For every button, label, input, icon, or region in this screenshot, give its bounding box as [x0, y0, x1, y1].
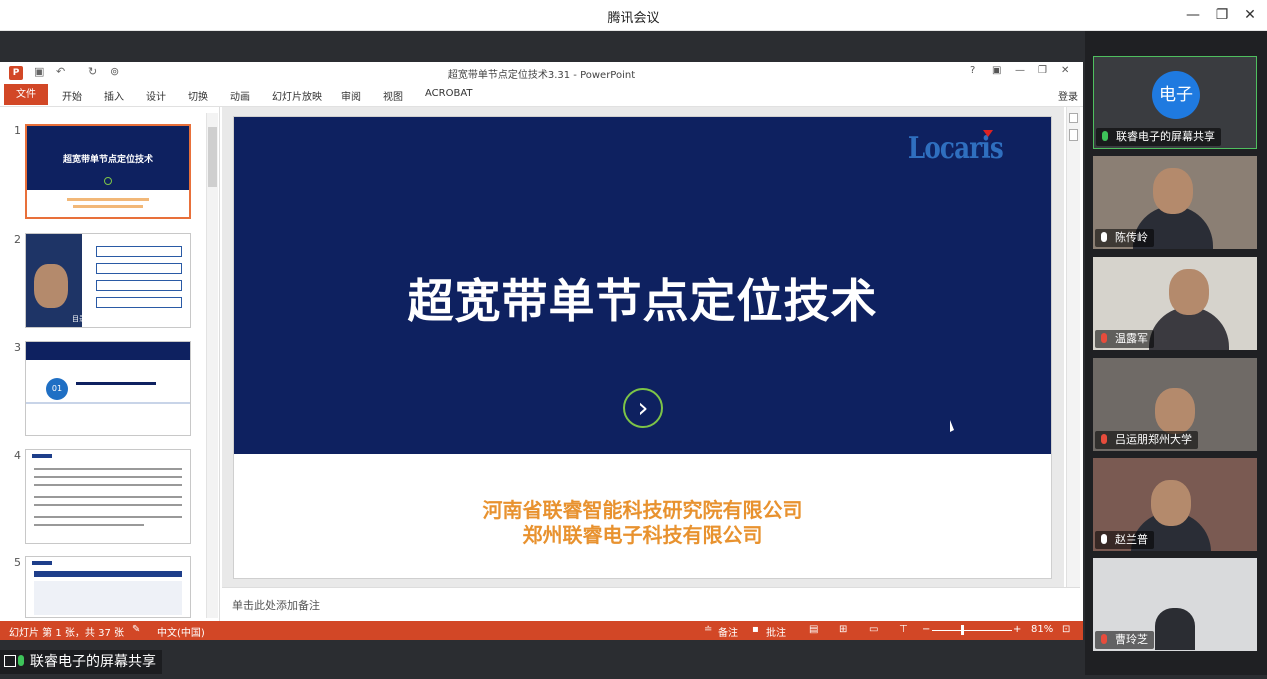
logo-mark-icon — [983, 130, 993, 137]
participant-name: 赵兰普 — [1095, 531, 1154, 549]
participant-tile[interactable]: 赵兰普 — [1093, 458, 1257, 551]
participant-name: 陈传岭 — [1095, 229, 1154, 247]
ribbon-display-icon[interactable]: ▣ — [992, 65, 1001, 76]
tab-slideshow[interactable]: 幻灯片放映 — [272, 88, 322, 103]
screen-share-label: 联睿电子的屏幕共享 — [0, 650, 162, 674]
ppt-status-bar: 幻灯片 第 1 张，共 37 张 ✎ 中文(中国) ≐ 备注 ▪ 批注 ▤ ⊞ … — [0, 621, 1083, 640]
next-arrow-icon: › — [623, 388, 663, 428]
slide-thumbnail-4[interactable] — [25, 449, 191, 544]
avatar: 电子 — [1152, 71, 1200, 119]
thumbnail-scrollbar[interactable] — [206, 113, 218, 618]
ppt-title: 超宽带单节点定位技术3.31 - PowerPoint — [447, 70, 636, 81]
ppt-close-icon[interactable]: ✕ — [1061, 65, 1069, 76]
participant-name: 曹玲芝 — [1095, 631, 1154, 649]
slideshow-view-icon[interactable]: ⊤ — [899, 624, 908, 635]
ppt-titlebar: P ▣ ↶ ↻ ⊚ 超宽带单节点定位技术3.31 - PowerPoint ? … — [0, 62, 1083, 84]
slide-thumbnail-2[interactable]: 目录 — [25, 233, 191, 328]
zoom-level[interactable]: 81% — [1031, 624, 1053, 635]
meeting-titlebar: 腾讯会议 — ❐ ✕ — [0, 0, 1267, 31]
zoom-slider[interactable] — [932, 630, 1012, 631]
participant-tile[interactable]: 陈传岭 — [1093, 156, 1257, 249]
thumbnail-title: 目录 — [72, 315, 86, 323]
zoom-out-icon[interactable]: − — [922, 624, 930, 635]
current-slide[interactable]: Locaris 超宽带单节点定位技术 › 河南省联睿智能科技研究院有限公司 郑州… — [233, 116, 1052, 579]
normal-view-icon[interactable]: ▤ — [809, 624, 818, 635]
participant-name: 温露军 — [1095, 330, 1154, 348]
slide-sorter-icon[interactable]: ⊞ — [839, 624, 847, 635]
ribbon-tabs: 文件 开始 插入 设计 切换 动画 幻灯片放映 审阅 视图 ACROBAT 登录 — [0, 84, 1083, 106]
mic-icon — [18, 655, 24, 666]
comments-toggle[interactable]: 批注 — [766, 624, 786, 639]
notes-toggle[interactable]: 备注 — [718, 624, 738, 639]
participant-name: 联睿电子的屏幕共享 — [1096, 128, 1221, 146]
participant-name: 吕运朋郑州大学 — [1095, 431, 1198, 449]
tab-review[interactable]: 审阅 — [341, 88, 361, 103]
ppt-minimize-icon[interactable]: — — [1015, 65, 1025, 76]
thumbnail-number: 5 — [14, 556, 21, 569]
reading-view-icon[interactable]: ▭ — [869, 624, 878, 635]
meeting-title: 腾讯会议 — [607, 11, 660, 26]
slide-thumbnail-1[interactable]: 超宽带单节点定位技术 — [25, 124, 191, 219]
thumbnail-number: 4 — [14, 449, 21, 462]
participant-tile[interactable]: 曹玲芝 — [1093, 558, 1257, 651]
slide-thumbnail-3[interactable]: 01 — [25, 341, 191, 436]
spellcheck-icon[interactable]: ✎ — [132, 624, 140, 635]
slide-count: 幻灯片 第 1 张，共 37 张 — [9, 628, 124, 639]
mouse-cursor-icon — [950, 420, 954, 432]
tab-design[interactable]: 设计 — [146, 88, 166, 103]
ppt-restore-icon[interactable]: ❐ — [1038, 65, 1047, 76]
tab-insert[interactable]: 插入 — [104, 88, 124, 103]
slide-thumbnail-panel: 1 超宽带单节点定位技术 2 目录 3 01 4 5 — [0, 107, 220, 622]
thumbnail-title: 01 — [46, 378, 68, 400]
notes-placeholder: 单击此处添加备注 — [232, 599, 320, 612]
shared-powerpoint-window: P ▣ ↶ ↻ ⊚ 超宽带单节点定位技术3.31 - PowerPoint ? … — [0, 62, 1083, 640]
slide-title: 超宽带单节点定位技术 — [407, 274, 878, 328]
tab-acrobat[interactable]: ACROBAT — [425, 88, 473, 99]
company-name-2: 郑州联睿电子科技有限公司 — [522, 523, 763, 547]
thumbnail-number: 1 — [14, 124, 21, 137]
thumbnail-title: 超宽带单节点定位技术 — [62, 155, 153, 165]
slide-title-banner: Locaris 超宽带单节点定位技术 › — [234, 117, 1051, 454]
participant-tile[interactable]: 吕运朋郑州大学 — [1093, 358, 1257, 451]
login-link[interactable]: 登录 — [1058, 88, 1078, 103]
tab-home[interactable]: 开始 — [62, 88, 82, 103]
participant-tile[interactable]: 温露军 — [1093, 257, 1257, 350]
close-icon[interactable]: ✕ — [1240, 6, 1260, 24]
help-icon[interactable]: ? — [970, 65, 975, 76]
language-indicator[interactable]: 中文(中国) — [157, 624, 205, 639]
tab-transitions[interactable]: 切换 — [188, 88, 208, 103]
ppt-workspace: 1 超宽带单节点定位技术 2 目录 3 01 4 5 Locaris 超宽带单节… — [0, 106, 1083, 622]
participant-tile[interactable]: 电子 联睿电子的屏幕共享 — [1093, 56, 1257, 149]
restore-icon[interactable]: ❐ — [1212, 6, 1232, 24]
screen-share-icon — [4, 655, 16, 667]
thumbnail-number: 2 — [14, 233, 21, 246]
tab-file[interactable]: 文件 — [4, 84, 48, 105]
notes-pane[interactable]: 单击此处添加备注 — [222, 587, 1080, 622]
notes-toggle-icon[interactable]: ≐ — [704, 624, 712, 635]
comments-toggle-icon[interactable]: ▪ — [752, 624, 759, 635]
participant-list: 电子 联睿电子的屏幕共享 陈传岭 温露军 吕运朋郑州大学 赵兰普 曹玲芝 — [1085, 31, 1267, 675]
slide-thumbnail-5[interactable] — [25, 556, 191, 618]
tab-animations[interactable]: 动画 — [230, 88, 250, 103]
tab-view[interactable]: 视图 — [383, 88, 403, 103]
minimize-icon[interactable]: — — [1183, 6, 1203, 24]
zoom-in-icon[interactable]: + — [1013, 624, 1021, 635]
thumbnail-number: 3 — [14, 341, 21, 354]
fit-slide-icon[interactable]: ⊡ — [1062, 624, 1070, 635]
slide-editing-pane: Locaris 超宽带单节点定位技术 › 河南省联睿智能科技研究院有限公司 郑州… — [222, 107, 1064, 587]
zoom-slider-knob[interactable] — [961, 625, 964, 635]
slide-scrollbar[interactable] — [1066, 107, 1080, 587]
